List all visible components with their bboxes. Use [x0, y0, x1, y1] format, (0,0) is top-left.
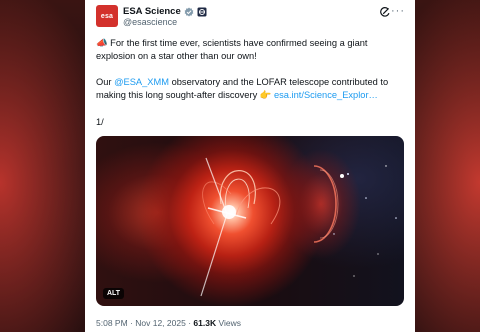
tweet-paragraph-2: Our @ESA_XMM observatory and the LOFAR t…	[96, 76, 403, 102]
meta-separator: ·	[130, 318, 133, 328]
article-link[interactable]: esa.int/Science_Explor…	[274, 90, 378, 100]
tweet-card: esa ESA Science @esascience ··· 📣 For th…	[85, 0, 415, 332]
name-row: ESA Science	[123, 6, 207, 17]
alt-text-badge[interactable]: ALT	[103, 288, 125, 299]
tweet-text-2-prefix: Our	[96, 77, 115, 87]
tweet-time[interactable]: 5:08 PM	[96, 318, 128, 328]
tweet-paragraph-1: 📣 For the first time ever, scientists ha…	[96, 37, 403, 63]
verified-badge-icon	[184, 7, 194, 16]
esa-affiliation-icon[interactable]	[197, 7, 207, 17]
display-name[interactable]: ESA Science	[123, 6, 181, 17]
more-options-button[interactable]: ···	[391, 5, 405, 17]
tweet-media-image[interactable]: ALT	[96, 136, 404, 306]
meta-separator: ·	[188, 318, 192, 328]
avatar-logo-text: esa	[100, 12, 114, 20]
handle[interactable]: @esascience	[123, 17, 177, 27]
views-label: Views	[218, 318, 242, 328]
mention-link[interactable]: @ESA_XMM	[114, 77, 169, 87]
megaphone-icon: 📣	[96, 38, 108, 48]
avatar[interactable]: esa	[96, 5, 118, 27]
grok-icon[interactable]	[379, 6, 391, 18]
tweet-date[interactable]: Nov 12, 2025	[135, 318, 186, 328]
pointing-hand-icon: 👉	[259, 90, 272, 100]
thread-marker: 1/	[96, 117, 104, 127]
tweet-text-1: For the first time ever, scientists have…	[96, 38, 368, 61]
views-count: 61.3K	[193, 318, 217, 328]
tweet-header: esa ESA Science @esascience ···	[96, 5, 405, 35]
star-flare-illustration	[200, 157, 397, 297]
tweet-meta: 5:08 PM · Nov 12, 2025 · 61.3K Views	[96, 318, 241, 328]
